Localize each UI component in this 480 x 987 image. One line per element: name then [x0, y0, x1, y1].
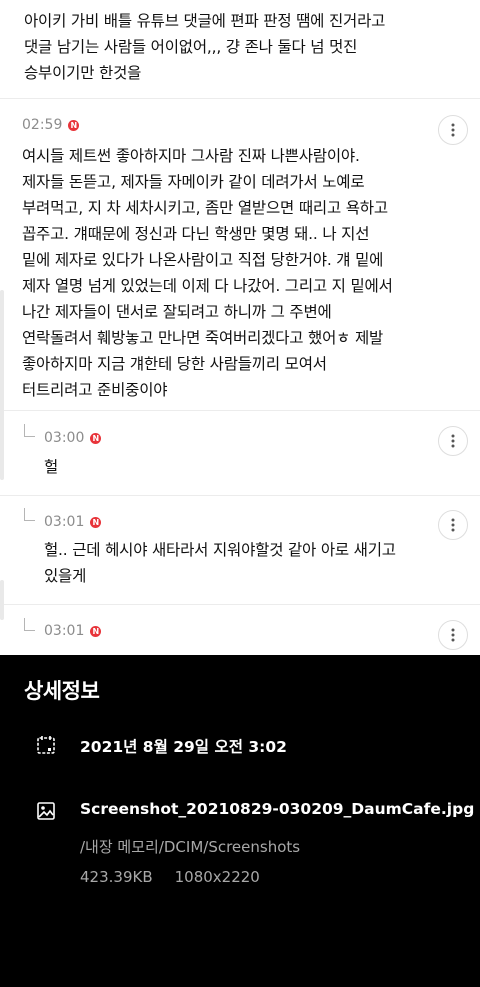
scroll-edge [0, 580, 4, 620]
reply-time: 03:01 [44, 514, 85, 530]
more-options-button[interactable] [438, 620, 468, 650]
scroll-edge [0, 290, 4, 480]
sheet-title: 상세정보 [24, 679, 100, 703]
reply-indicator [24, 424, 35, 437]
image-icon [37, 802, 55, 820]
new-badge: N [90, 432, 102, 444]
divider [0, 604, 480, 605]
comment-list: 아이키 가비 배틀 유튜브 댓글에 편파 판정 땜에 진거라고 댓글 남기는 사… [0, 0, 480, 655]
more-vertical-icon [451, 434, 455, 448]
more-options-button[interactable] [438, 426, 468, 456]
reply-meta: 03:01 N [44, 623, 102, 639]
new-badge: N [90, 625, 102, 637]
calendar-icon [37, 736, 55, 754]
reply-meta: 03:01 N [44, 514, 102, 530]
new-badge: N [90, 516, 102, 528]
reply-indicator [24, 618, 35, 631]
file-resolution: 1080x2220 [174, 868, 260, 886]
date-taken: 2021년 8월 29일 오전 3:02 [80, 738, 287, 756]
comment-text: 아이키 가비 배틀 유튜브 댓글에 편파 판정 땜에 진거라고 댓글 남기는 사… [24, 12, 386, 82]
more-vertical-icon [451, 518, 455, 532]
file-size: 423.39KB [80, 868, 153, 886]
details-sheet: 상세정보 2021년 8월 29일 오전 3:02 Screenshot_202… [0, 655, 480, 987]
comment-meta: 02:59 N [22, 117, 80, 133]
reply-text: 헐 [44, 458, 59, 476]
divider [0, 98, 480, 99]
divider [0, 410, 480, 411]
file-meta: 423.39KB 1080x2220 [80, 868, 260, 886]
more-options-button[interactable] [438, 510, 468, 540]
new-badge: N [68, 119, 80, 131]
reply-meta: 03:00 N [44, 430, 102, 446]
comment-text: 여시들 제트썬 좋아하지마 그사람 진짜 나쁜사람이야. 제자들 돈뜯고, 제자… [22, 147, 393, 399]
reply-time: 03:01 [44, 623, 85, 639]
more-vertical-icon [451, 123, 455, 137]
comment-time: 02:59 [22, 117, 63, 133]
more-vertical-icon [451, 628, 455, 642]
file-path: /내장 메모리/DCIM/Screenshots [80, 838, 301, 856]
reply-indicator [24, 508, 35, 521]
file-name: Screenshot_20210829-030209_DaumCafe.jpg [80, 800, 475, 818]
divider [0, 495, 480, 496]
reply-time: 03:00 [44, 430, 85, 446]
more-options-button[interactable] [438, 115, 468, 145]
reply-text: 헐.. 근데 헤시야 새타라서 지워야할것 같아 아로 새기고 있을게 [44, 541, 396, 585]
